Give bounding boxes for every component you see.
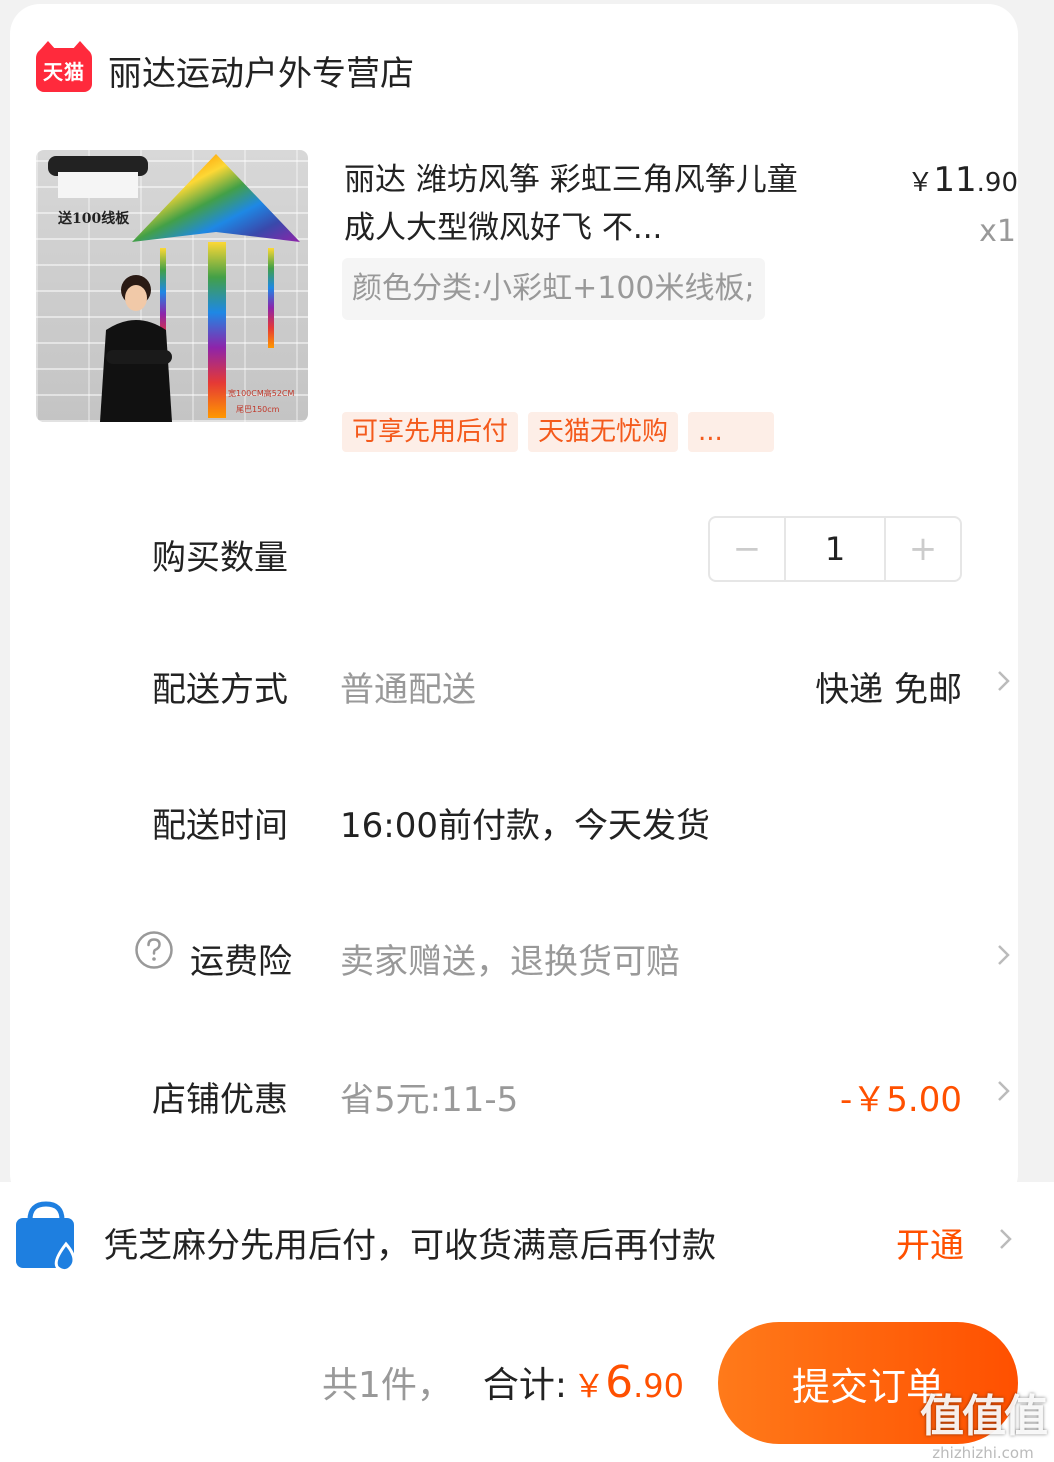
store-discount-value[interactable]: 省5元:11-5 — [340, 1072, 518, 1121]
zhima-pay-later-text[interactable]: 凭芝麻分先用后付，可收货满意后再付款 — [104, 1218, 716, 1267]
image-spec-line-2: 尾巴150cm — [236, 405, 280, 414]
product-price: ￥11.90 — [907, 160, 1018, 200]
tag-pay-later[interactable]: 可享先用后付 — [342, 412, 519, 452]
site-watermark: 值值值 zhizhizhi.com — [920, 1380, 1048, 1462]
total-int: 6 — [605, 1357, 634, 1408]
price-yen: ￥ — [907, 168, 934, 198]
zhima-open-button[interactable]: 开通 — [896, 1218, 964, 1267]
store-header[interactable]: 天猫 丽达运动户外专营店 — [36, 41, 414, 98]
tmall-logo: 天猫 — [36, 41, 92, 92]
sku-selector[interactable]: 颜色分类:小彩虹+100米线板; — [342, 258, 765, 320]
delivery-method-value[interactable]: 普通配送 — [340, 662, 476, 711]
order-summary: 共1件， 合计: ￥6.90 — [322, 1356, 684, 1408]
store-name[interactable]: 丽达运动户外专营店 — [108, 46, 414, 95]
tag-tmall-worry-free[interactable]: 天猫无忧购 — [528, 412, 679, 452]
total-yen: ￥ — [573, 1367, 606, 1405]
tag-more[interactable]: ... — [688, 412, 775, 452]
chevron-right-icon[interactable] — [992, 944, 1014, 966]
chevron-right-icon[interactable] — [992, 670, 1014, 692]
store-discount-label: 店铺优惠 — [152, 1080, 288, 1120]
image-promo-text: 送100线板 — [58, 211, 130, 227]
total-cents: .90 — [633, 1367, 684, 1405]
item-count: 共1件， — [322, 1365, 453, 1406]
quantity-label: 购买数量 — [152, 538, 288, 578]
shipping-insurance-value[interactable]: 卖家赠送，退换货可赔 — [340, 934, 680, 983]
watermark-url: zhizhizhi.com — [932, 1444, 1034, 1462]
price-int: 11 — [933, 160, 977, 200]
chevron-right-icon[interactable] — [994, 1228, 1016, 1250]
product-title[interactable]: 丽达 潍坊风筝 彩虹三角风筝儿童 成人大型微风好飞 不... — [344, 156, 814, 252]
total-price: ￥6.90 — [573, 1357, 684, 1408]
quantity-stepper[interactable]: − 1 + — [708, 516, 962, 582]
kite-illustration: 宽100CM高52CM 尾巴150cm — [48, 154, 300, 422]
delivery-time-label: 配送时间 — [152, 806, 288, 846]
decrement-button[interactable]: − — [710, 518, 784, 580]
service-tags[interactable]: 可享先用后付 天猫无忧购 ... — [342, 412, 775, 452]
store-discount-amount[interactable]: -￥5.00 — [840, 1072, 962, 1121]
chevron-right-icon[interactable] — [992, 1080, 1014, 1102]
delivery-time-value: 16:00前付款，今天发货 — [340, 806, 710, 846]
product-quantity: x1 — [979, 214, 1016, 249]
delivery-method-right[interactable]: 快递 免邮 — [815, 662, 962, 711]
price-cents: .90 — [976, 168, 1018, 198]
shipping-insurance-label: 运费险 — [190, 942, 292, 982]
shopping-bag-icon — [16, 1201, 76, 1273]
delivery-method-label: 配送方式 — [152, 670, 288, 710]
watermark-logo: 值值值 — [920, 1391, 1048, 1442]
increment-button[interactable]: + — [886, 518, 960, 580]
image-spec-line-1: 宽100CM高52CM — [228, 388, 295, 398]
quantity-value[interactable]: 1 — [784, 518, 886, 580]
total-label: 合计: — [482, 1365, 568, 1406]
product-image[interactable]: 宽100CM高52CM 尾巴150cm 送100线板 — [36, 150, 308, 422]
help-circle-icon[interactable] — [134, 930, 174, 970]
